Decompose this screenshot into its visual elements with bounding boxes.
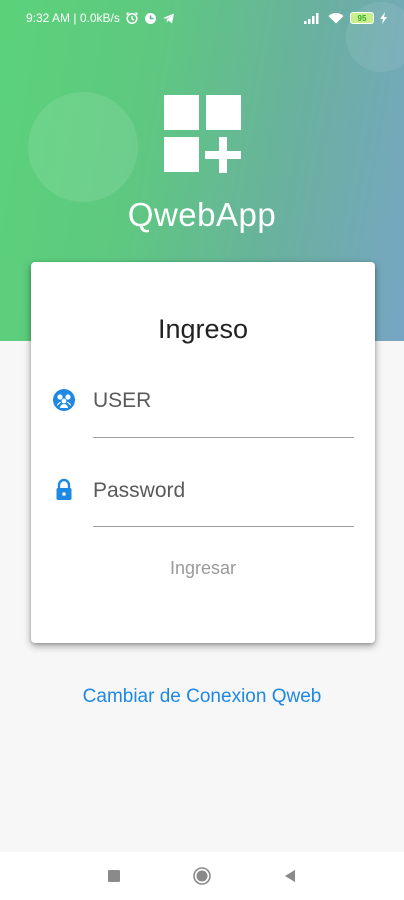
switch-connection-link[interactable]: Cambiar de Conexion Qweb [0, 686, 404, 708]
login-screen: 9:32 AM | 0.0kB/s 95 QwebApp Ingreso USE… [0, 0, 404, 900]
password-input-underline [93, 526, 354, 527]
alarm-icon [125, 11, 139, 25]
back-icon[interactable] [280, 866, 300, 886]
status-right: 95 [304, 12, 388, 24]
app-title: QwebApp [127, 196, 277, 233]
system-nav-bar [0, 852, 404, 900]
signal-icon [304, 12, 322, 24]
login-card: Ingreso Ingresar [31, 262, 375, 643]
battery-icon: 95 [350, 12, 374, 24]
charging-icon [380, 12, 388, 24]
home-icon[interactable] [192, 866, 212, 886]
status-bar: 9:32 AM | 0.0kB/s 95 [0, 0, 404, 36]
apps-add-icon [164, 95, 242, 173]
decorative-bubble [28, 92, 138, 202]
ingresar-button[interactable]: Ingresar [141, 550, 265, 586]
password-input[interactable] [93, 471, 353, 511]
user-input[interactable] [93, 381, 353, 421]
login-title: Ingreso [157, 314, 249, 344]
telegram-icon [162, 12, 175, 25]
user-input-underline [93, 437, 354, 438]
wifi-icon [328, 12, 344, 24]
lock-icon [52, 478, 76, 502]
status-left: 9:32 AM | 0.0kB/s [26, 11, 175, 25]
recent-apps-icon[interactable] [104, 866, 124, 886]
user-group-icon [52, 388, 76, 412]
sync-icon [144, 12, 157, 25]
status-time-data: 9:32 AM | 0.0kB/s [26, 11, 120, 25]
